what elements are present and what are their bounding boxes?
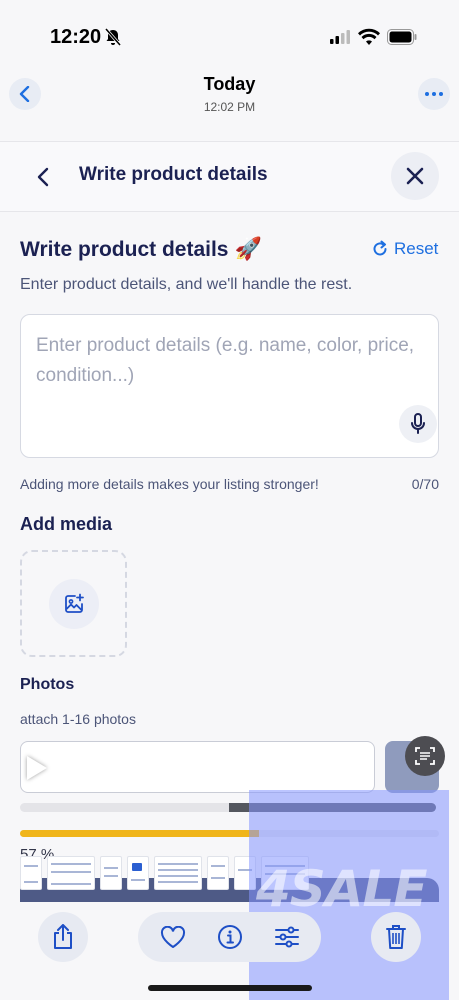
chevron-left-icon — [37, 167, 49, 187]
photos-heading: Photos — [20, 676, 75, 693]
app-header: Write product details — [0, 142, 459, 212]
thumbnail — [207, 856, 229, 890]
viewer-title: Today — [203, 74, 256, 94]
photos-hint: attach 1-16 photos — [20, 711, 136, 727]
battery-icon — [387, 29, 417, 45]
silent-bell-icon — [104, 28, 122, 46]
voice-input-button[interactable] — [399, 405, 437, 443]
details-hint: Adding more details makes your listing s… — [20, 476, 319, 492]
thumbnail — [20, 856, 42, 890]
product-details-placeholder: Enter product details (e.g. name, color,… — [36, 335, 415, 386]
more-icon — [425, 92, 443, 96]
refresh-icon — [373, 240, 387, 256]
thumbnail — [127, 856, 149, 890]
video-bar[interactable] — [20, 741, 375, 793]
wifi-icon — [358, 28, 380, 45]
info-button[interactable] — [215, 922, 245, 952]
trash-icon — [386, 925, 406, 949]
thumbnail — [154, 856, 202, 890]
status-bar: 12:20 — [0, 0, 459, 70]
character-count: 0/70 — [411, 476, 439, 492]
add-media-heading: Add media — [20, 514, 113, 534]
cellular-signal-icon — [330, 30, 350, 44]
photo-viewer-header: Today 12:02 PM — [0, 70, 459, 142]
status-time: 12:20 — [50, 26, 102, 48]
adjust-button[interactable] — [272, 922, 302, 952]
close-icon — [406, 167, 424, 185]
delete-button[interactable] — [371, 912, 421, 962]
add-media-dropzone[interactable] — [20, 550, 127, 657]
reset-button[interactable]: Reset — [371, 239, 438, 259]
back-button[interactable] — [28, 162, 58, 192]
sliders-icon — [275, 926, 299, 948]
close-button[interactable] — [391, 152, 439, 200]
viewer-more-button[interactable] — [418, 78, 450, 110]
add-photo-icon — [64, 593, 84, 613]
rocket-emoji: 🚀 — [234, 236, 262, 261]
thumbnail — [100, 856, 122, 890]
page-title-text: Write product details — [20, 238, 229, 261]
info-icon — [218, 925, 242, 949]
product-details-input[interactable]: Enter product details (e.g. name, color,… — [20, 314, 439, 458]
thumbnail — [47, 856, 95, 890]
heart-icon — [160, 926, 186, 948]
share-icon — [54, 924, 72, 949]
microphone-icon — [411, 413, 425, 434]
upload-progress-fill — [20, 830, 259, 837]
page-title: Write product details 🚀 — [20, 236, 262, 262]
home-indicator[interactable] — [148, 985, 312, 991]
favorite-button[interactable] — [158, 922, 188, 952]
add-photo-button[interactable] — [48, 578, 99, 629]
play-icon[interactable] — [27, 756, 47, 780]
reset-label: Reset — [394, 239, 439, 258]
share-button[interactable] — [38, 912, 88, 962]
live-text-button[interactable] — [405, 736, 445, 776]
live-text-icon — [415, 747, 435, 765]
page-description: Enter product details, and we'll handle … — [20, 276, 353, 293]
viewer-subtitle: 12:02 PM — [203, 100, 256, 114]
app-header-title: Write product details — [79, 164, 268, 185]
